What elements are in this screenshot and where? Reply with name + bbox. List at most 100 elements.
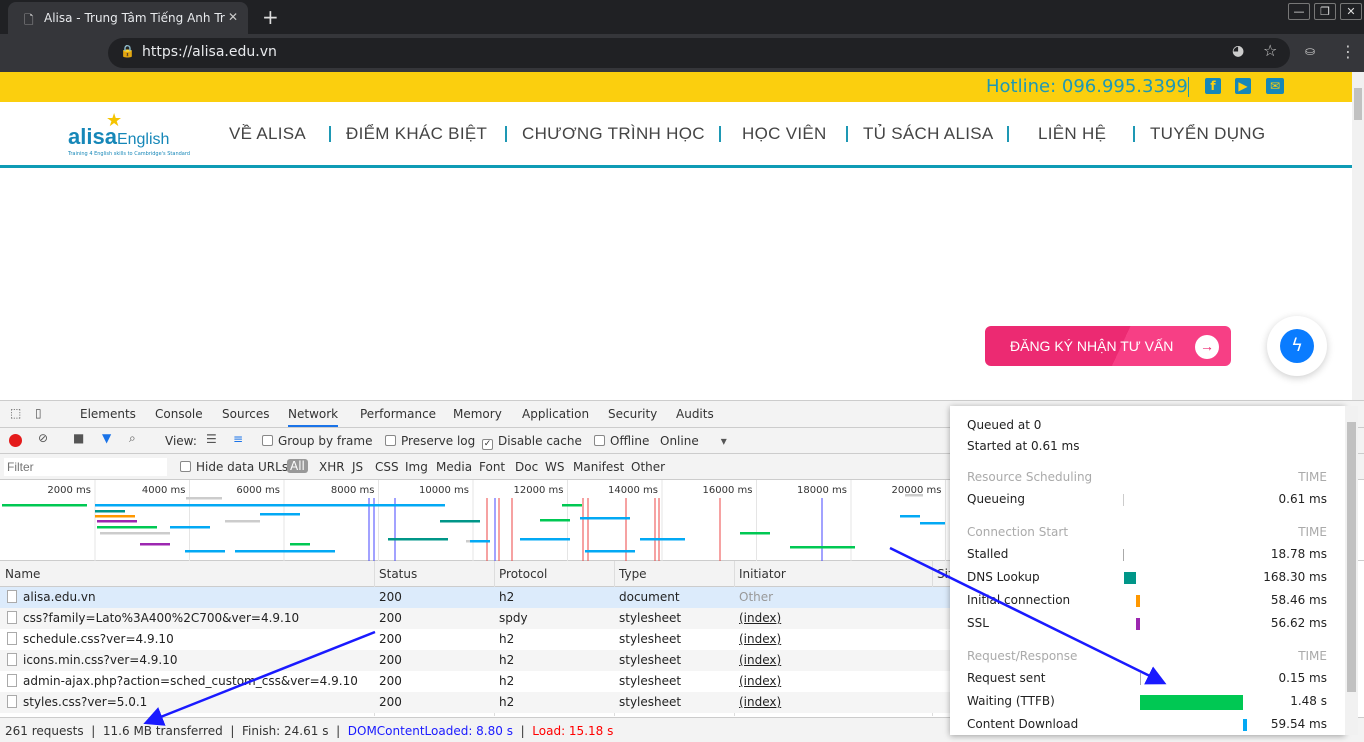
column-type[interactable]: Type bbox=[619, 567, 647, 581]
filter-type-ws[interactable]: WS bbox=[545, 460, 564, 474]
browser-tab[interactable]: 🗋 Alisa - Trung Tâm Tiếng Anh Tr ✕ bbox=[8, 2, 248, 34]
filter-type-media[interactable]: Media bbox=[436, 460, 472, 474]
clear-icon[interactable]: ⊘ bbox=[38, 431, 48, 445]
timing-label: Initial connection bbox=[967, 593, 1071, 607]
hide-data-urls-checkbox[interactable]: Hide data URLs bbox=[180, 460, 288, 474]
popup-scrollbar[interactable] bbox=[1345, 406, 1358, 735]
throttle-select[interactable]: Online ▾ bbox=[660, 434, 727, 448]
register-consult-button[interactable]: ĐĂNG KÝ NHẬN TƯ VẤN → bbox=[985, 326, 1231, 366]
address-bar[interactable]: 🔒 https://alisa.edu.vn ◕ ☆ bbox=[108, 38, 1290, 68]
column-protocol[interactable]: Protocol bbox=[499, 567, 547, 581]
filter-type-css[interactable]: CSS bbox=[375, 460, 399, 474]
initiator-cell[interactable]: (index) bbox=[739, 695, 781, 709]
tab-network[interactable]: Network bbox=[288, 407, 339, 427]
waterfall-bar bbox=[95, 510, 125, 513]
disable-cache-checkbox[interactable]: ✓ Disable cache bbox=[482, 434, 582, 450]
nav-item[interactable]: VỀ ALISA bbox=[229, 124, 306, 144]
table-header: NameStatusProtocolTypeInitiatorSize bbox=[0, 561, 962, 587]
filter-type-font[interactable]: Font bbox=[479, 460, 505, 474]
menu-icon[interactable]: ⋮ bbox=[1340, 42, 1356, 61]
close-tab-icon[interactable]: ✕ bbox=[228, 10, 238, 24]
restore-button[interactable]: ❐ bbox=[1314, 3, 1336, 20]
table-row[interactable]: alisa.edu.vn 200 h2 document Other bbox=[0, 587, 950, 608]
nav-item[interactable]: CHƯƠNG TRÌNH HỌC bbox=[522, 124, 705, 144]
tab-sources[interactable]: Sources bbox=[222, 407, 269, 421]
search-icon[interactable]: ⌕ bbox=[129, 431, 136, 446]
filter-type-img[interactable]: Img bbox=[405, 460, 428, 474]
initiator-cell[interactable]: (index) bbox=[739, 632, 781, 646]
nav-item[interactable]: LIÊN HỆ bbox=[1038, 124, 1106, 144]
record-icon[interactable] bbox=[9, 434, 22, 447]
table-row[interactable]: schedule.css?ver=4.9.10 200 h2 stylesheet (i… bbox=[0, 629, 950, 650]
nav-item[interactable]: ĐIỂM KHÁC BIỆT bbox=[346, 124, 487, 144]
table-row[interactable]: styles.css?ver=5.0.1 200 h2 stylesheet (inde… bbox=[0, 692, 950, 713]
column-initiator[interactable]: Initiator bbox=[739, 567, 786, 581]
tab-memory[interactable]: Memory bbox=[453, 407, 502, 421]
tab-performance[interactable]: Performance bbox=[360, 407, 436, 421]
filter-input[interactable] bbox=[4, 458, 167, 476]
waterfall-view-icon[interactable]: ≡ bbox=[233, 432, 243, 446]
large-rows-icon[interactable]: ☰ bbox=[206, 432, 217, 446]
nav-item[interactable]: TUYỂN DỤNG bbox=[1150, 124, 1265, 144]
offline-checkbox[interactable]: Offline bbox=[594, 434, 649, 448]
tab-console[interactable]: Console bbox=[155, 407, 203, 421]
waterfall-bar bbox=[97, 520, 137, 523]
email-icon[interactable]: ✉ bbox=[1266, 78, 1284, 94]
filter-type-all[interactable]: All bbox=[287, 459, 308, 473]
facebook-icon[interactable]: f bbox=[1205, 78, 1221, 94]
tab-application[interactable]: Application bbox=[522, 407, 589, 421]
device-toggle-icon[interactable]: ▯ bbox=[35, 406, 42, 420]
logo[interactable]: ★ alisaEnglish Training 4 English skills… bbox=[68, 110, 190, 162]
screenshot-icon[interactable]: ■ bbox=[73, 431, 84, 445]
table-row[interactable]: admin-ajax.php?action=sched_custom_css&v… bbox=[0, 671, 950, 692]
nav-item[interactable]: HỌC VIÊN bbox=[742, 124, 827, 144]
filter-icon[interactable]: ▼ bbox=[102, 431, 111, 445]
nav-item[interactable]: TỦ SÁCH ALISA bbox=[863, 124, 994, 144]
hotline[interactable]: Hotline: 096.995.3399 bbox=[986, 76, 1188, 97]
column-status[interactable]: Status bbox=[379, 567, 417, 581]
column-name[interactable]: Name bbox=[5, 567, 40, 581]
group-by-frame-checkbox[interactable]: Group by frame bbox=[262, 434, 372, 448]
protocol-cell: h2 bbox=[499, 632, 515, 646]
preserve-log-checkbox[interactable]: Preserve log bbox=[385, 434, 475, 448]
name-text: admin-ajax.php?action=sched_custom_css&v… bbox=[23, 674, 358, 688]
tick-label: 8000 ms bbox=[331, 485, 375, 496]
waterfall-bar bbox=[260, 513, 300, 516]
request-name: icons.min.css?ver=4.9.10 bbox=[7, 653, 178, 667]
protocol-cell: h2 bbox=[499, 695, 515, 709]
tab-security[interactable]: Security bbox=[608, 407, 657, 421]
time-header: TIME bbox=[1298, 470, 1327, 484]
incognito-icon[interactable]: ⛀ bbox=[1305, 44, 1315, 58]
filter-type-xhr[interactable]: XHR bbox=[319, 460, 345, 474]
star-icon[interactable]: ☆ bbox=[1263, 41, 1277, 60]
table-row[interactable]: icons.min.css?ver=4.9.10 200 h2 stylesheet (… bbox=[0, 650, 950, 671]
page-scrollbar[interactable] bbox=[1352, 72, 1364, 400]
protocol-cell: h2 bbox=[499, 653, 515, 667]
waterfall-bar bbox=[170, 526, 210, 529]
minimize-button[interactable]: — bbox=[1288, 3, 1310, 20]
inspect-icon[interactable]: ⬚ bbox=[10, 406, 21, 420]
filter-type-manifest[interactable]: Manifest bbox=[573, 460, 624, 474]
filter-type-other[interactable]: Other bbox=[631, 460, 665, 474]
browser-tab-strip: 🗋 Alisa - Trung Tâm Tiếng Anh Tr ✕ + — ❐ ✕ bbox=[0, 0, 1364, 34]
waterfall-bar bbox=[580, 517, 630, 520]
nav-separator bbox=[719, 126, 721, 142]
tab-title: Alisa - Trung Tâm Tiếng Anh Tr bbox=[44, 11, 225, 25]
request-count: 261 requests bbox=[5, 724, 84, 738]
new-tab-button[interactable]: + bbox=[262, 5, 279, 29]
initiator-cell[interactable]: (index) bbox=[739, 653, 781, 667]
initiator-cell[interactable]: (index) bbox=[739, 674, 781, 688]
initiator-cell[interactable]: (index) bbox=[739, 611, 781, 625]
messenger-button[interactable]: ϟ bbox=[1267, 316, 1327, 376]
close-window-button[interactable]: ✕ bbox=[1340, 3, 1362, 20]
tab-elements[interactable]: Elements bbox=[80, 407, 136, 421]
timing-value: 168.30 ms bbox=[1263, 570, 1327, 584]
cookie-blocked-icon[interactable]: ◕ bbox=[1232, 43, 1244, 59]
filter-type-doc[interactable]: Doc bbox=[515, 460, 538, 474]
protocol-cell: h2 bbox=[499, 590, 515, 604]
type-cell: stylesheet bbox=[619, 695, 682, 709]
table-row[interactable]: css?family=Lato%3A400%2C700&ver=4.9.10 20… bbox=[0, 608, 950, 629]
filter-type-js[interactable]: JS bbox=[352, 460, 363, 474]
tab-audits[interactable]: Audits bbox=[676, 407, 714, 421]
youtube-icon[interactable]: ▶ bbox=[1235, 78, 1251, 94]
